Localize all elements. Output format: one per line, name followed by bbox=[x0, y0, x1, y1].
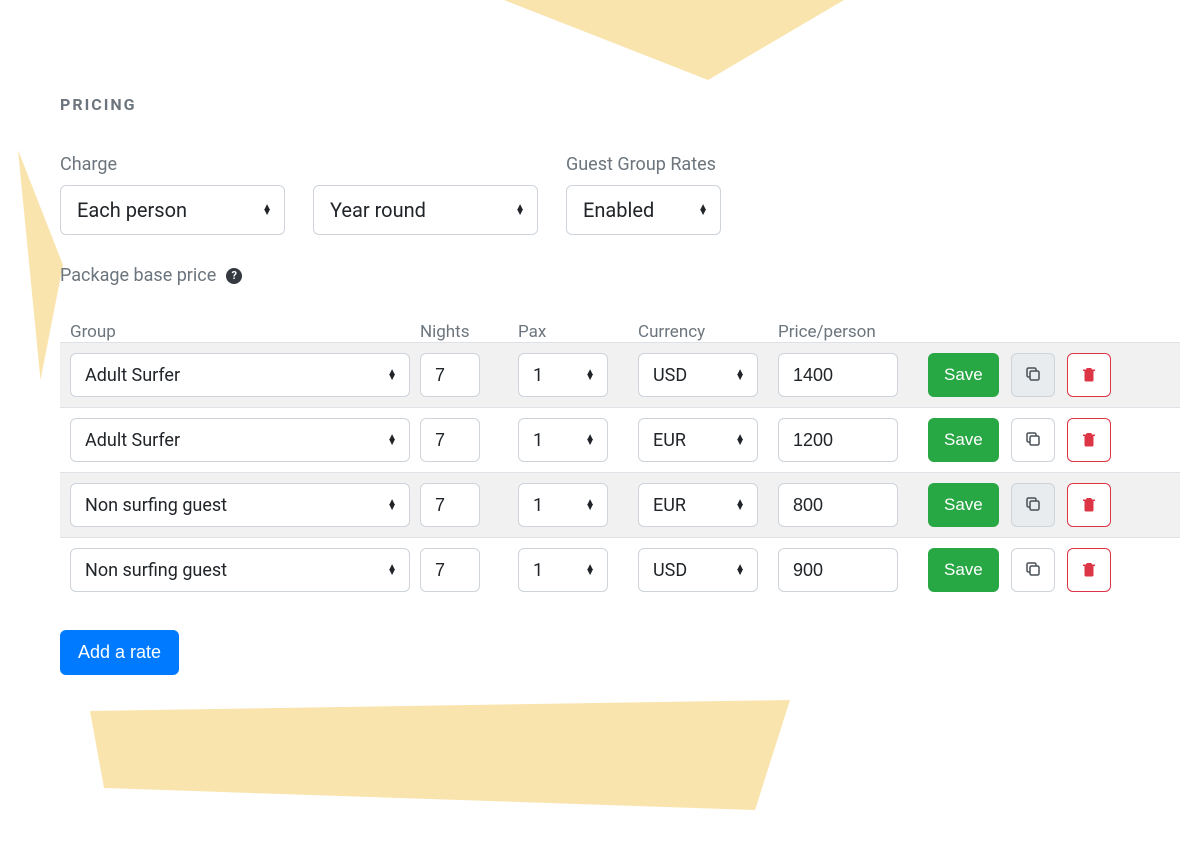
group-rates-label: Guest Group Rates bbox=[566, 154, 721, 175]
chevron-updown-icon: ▲▼ bbox=[515, 205, 525, 215]
currency-value: USD bbox=[653, 365, 687, 386]
charge-label: Charge bbox=[60, 154, 285, 175]
copy-button[interactable] bbox=[1011, 353, 1055, 397]
pax-value: 1 bbox=[533, 365, 543, 386]
delete-button[interactable] bbox=[1067, 483, 1111, 527]
trash-icon bbox=[1080, 495, 1098, 516]
currency-select[interactable]: USD ▲▼ bbox=[638, 548, 758, 592]
save-button[interactable]: Save bbox=[928, 353, 999, 397]
col-group: Group bbox=[70, 322, 420, 342]
currency-value: EUR bbox=[653, 430, 686, 451]
rate-row: Non surfing guest ▲▼ 1 ▲▼ USD ▲▼ Save bbox=[60, 538, 1180, 602]
copy-button[interactable] bbox=[1011, 548, 1055, 592]
group-rates-value: Enabled bbox=[583, 198, 654, 222]
chevron-updown-icon: ▲▼ bbox=[735, 435, 745, 445]
copy-icon bbox=[1024, 365, 1042, 386]
decorative-shape-bottom bbox=[90, 700, 790, 810]
chevron-updown-icon: ▲▼ bbox=[387, 500, 397, 510]
pax-select[interactable]: 1 ▲▼ bbox=[518, 483, 608, 527]
section-title: PRICING bbox=[60, 95, 1194, 114]
chevron-updown-icon: ▲▼ bbox=[262, 205, 272, 215]
group-value: Adult Surfer bbox=[85, 365, 180, 386]
period-label bbox=[313, 154, 538, 175]
price-input[interactable] bbox=[778, 353, 898, 397]
rate-row: Adult Surfer ▲▼ 1 ▲▼ EUR ▲▼ Save bbox=[60, 408, 1180, 472]
price-input[interactable] bbox=[778, 483, 898, 527]
col-price: Price/person bbox=[778, 322, 928, 342]
pax-select[interactable]: 1 ▲▼ bbox=[518, 418, 608, 462]
col-currency: Currency bbox=[638, 322, 778, 342]
currency-value: USD bbox=[653, 560, 687, 581]
copy-icon bbox=[1024, 430, 1042, 451]
help-icon[interactable]: ? bbox=[226, 268, 242, 284]
group-select[interactable]: Adult Surfer ▲▼ bbox=[70, 418, 410, 462]
price-input[interactable] bbox=[778, 418, 898, 462]
group-value: Non surfing guest bbox=[85, 495, 227, 516]
chevron-updown-icon: ▲▼ bbox=[585, 500, 595, 510]
currency-select[interactable]: USD ▲▼ bbox=[638, 353, 758, 397]
save-button[interactable]: Save bbox=[928, 418, 999, 462]
chevron-updown-icon: ▲▼ bbox=[735, 565, 745, 575]
chevron-updown-icon: ▲▼ bbox=[698, 205, 708, 215]
chevron-updown-icon: ▲▼ bbox=[387, 565, 397, 575]
save-button[interactable]: Save bbox=[928, 483, 999, 527]
trash-icon bbox=[1080, 365, 1098, 386]
delete-button[interactable] bbox=[1067, 418, 1111, 462]
group-value: Non surfing guest bbox=[85, 560, 227, 581]
pax-select[interactable]: 1 ▲▼ bbox=[518, 548, 608, 592]
currency-value: EUR bbox=[653, 495, 686, 516]
group-select[interactable]: Adult Surfer ▲▼ bbox=[70, 353, 410, 397]
nights-input[interactable] bbox=[420, 353, 480, 397]
pax-value: 1 bbox=[533, 560, 543, 581]
chevron-updown-icon: ▲▼ bbox=[387, 370, 397, 380]
chevron-updown-icon: ▲▼ bbox=[585, 435, 595, 445]
chevron-updown-icon: ▲▼ bbox=[585, 370, 595, 380]
pax-value: 1 bbox=[533, 430, 543, 451]
trash-icon bbox=[1080, 430, 1098, 451]
copy-icon bbox=[1024, 560, 1042, 581]
chevron-updown-icon: ▲▼ bbox=[735, 370, 745, 380]
delete-button[interactable] bbox=[1067, 548, 1111, 592]
add-rate-button[interactable]: Add a rate bbox=[60, 630, 179, 675]
charge-value: Each person bbox=[77, 198, 187, 222]
currency-select[interactable]: EUR ▲▼ bbox=[638, 418, 758, 462]
col-pax: Pax bbox=[518, 322, 638, 342]
nights-input[interactable] bbox=[420, 418, 480, 462]
base-price-label: Package base price bbox=[60, 265, 216, 286]
charge-select[interactable]: Each person ▲▼ bbox=[60, 185, 285, 235]
pax-value: 1 bbox=[533, 495, 543, 516]
chevron-updown-icon: ▲▼ bbox=[735, 500, 745, 510]
nights-input[interactable] bbox=[420, 548, 480, 592]
period-value: Year round bbox=[330, 198, 426, 222]
trash-icon bbox=[1080, 560, 1098, 581]
copy-button[interactable] bbox=[1011, 483, 1055, 527]
table-header: Group Nights Pax Currency Price/person bbox=[60, 322, 1194, 342]
nights-input[interactable] bbox=[420, 483, 480, 527]
group-rates-select[interactable]: Enabled ▲▼ bbox=[566, 185, 721, 235]
col-nights: Nights bbox=[420, 322, 518, 342]
group-select[interactable]: Non surfing guest ▲▼ bbox=[70, 483, 410, 527]
price-input[interactable] bbox=[778, 548, 898, 592]
chevron-updown-icon: ▲▼ bbox=[585, 565, 595, 575]
delete-button[interactable] bbox=[1067, 353, 1111, 397]
copy-icon bbox=[1024, 495, 1042, 516]
rate-row: Adult Surfer ▲▼ 1 ▲▼ USD ▲▼ Save bbox=[60, 342, 1180, 408]
chevron-updown-icon: ▲▼ bbox=[387, 435, 397, 445]
currency-select[interactable]: EUR ▲▼ bbox=[638, 483, 758, 527]
rate-row: Non surfing guest ▲▼ 1 ▲▼ EUR ▲▼ Save bbox=[60, 472, 1180, 538]
save-button[interactable]: Save bbox=[928, 548, 999, 592]
pax-select[interactable]: 1 ▲▼ bbox=[518, 353, 608, 397]
copy-button[interactable] bbox=[1011, 418, 1055, 462]
group-value: Adult Surfer bbox=[85, 430, 180, 451]
period-select[interactable]: Year round ▲▼ bbox=[313, 185, 538, 235]
group-select[interactable]: Non surfing guest ▲▼ bbox=[70, 548, 410, 592]
